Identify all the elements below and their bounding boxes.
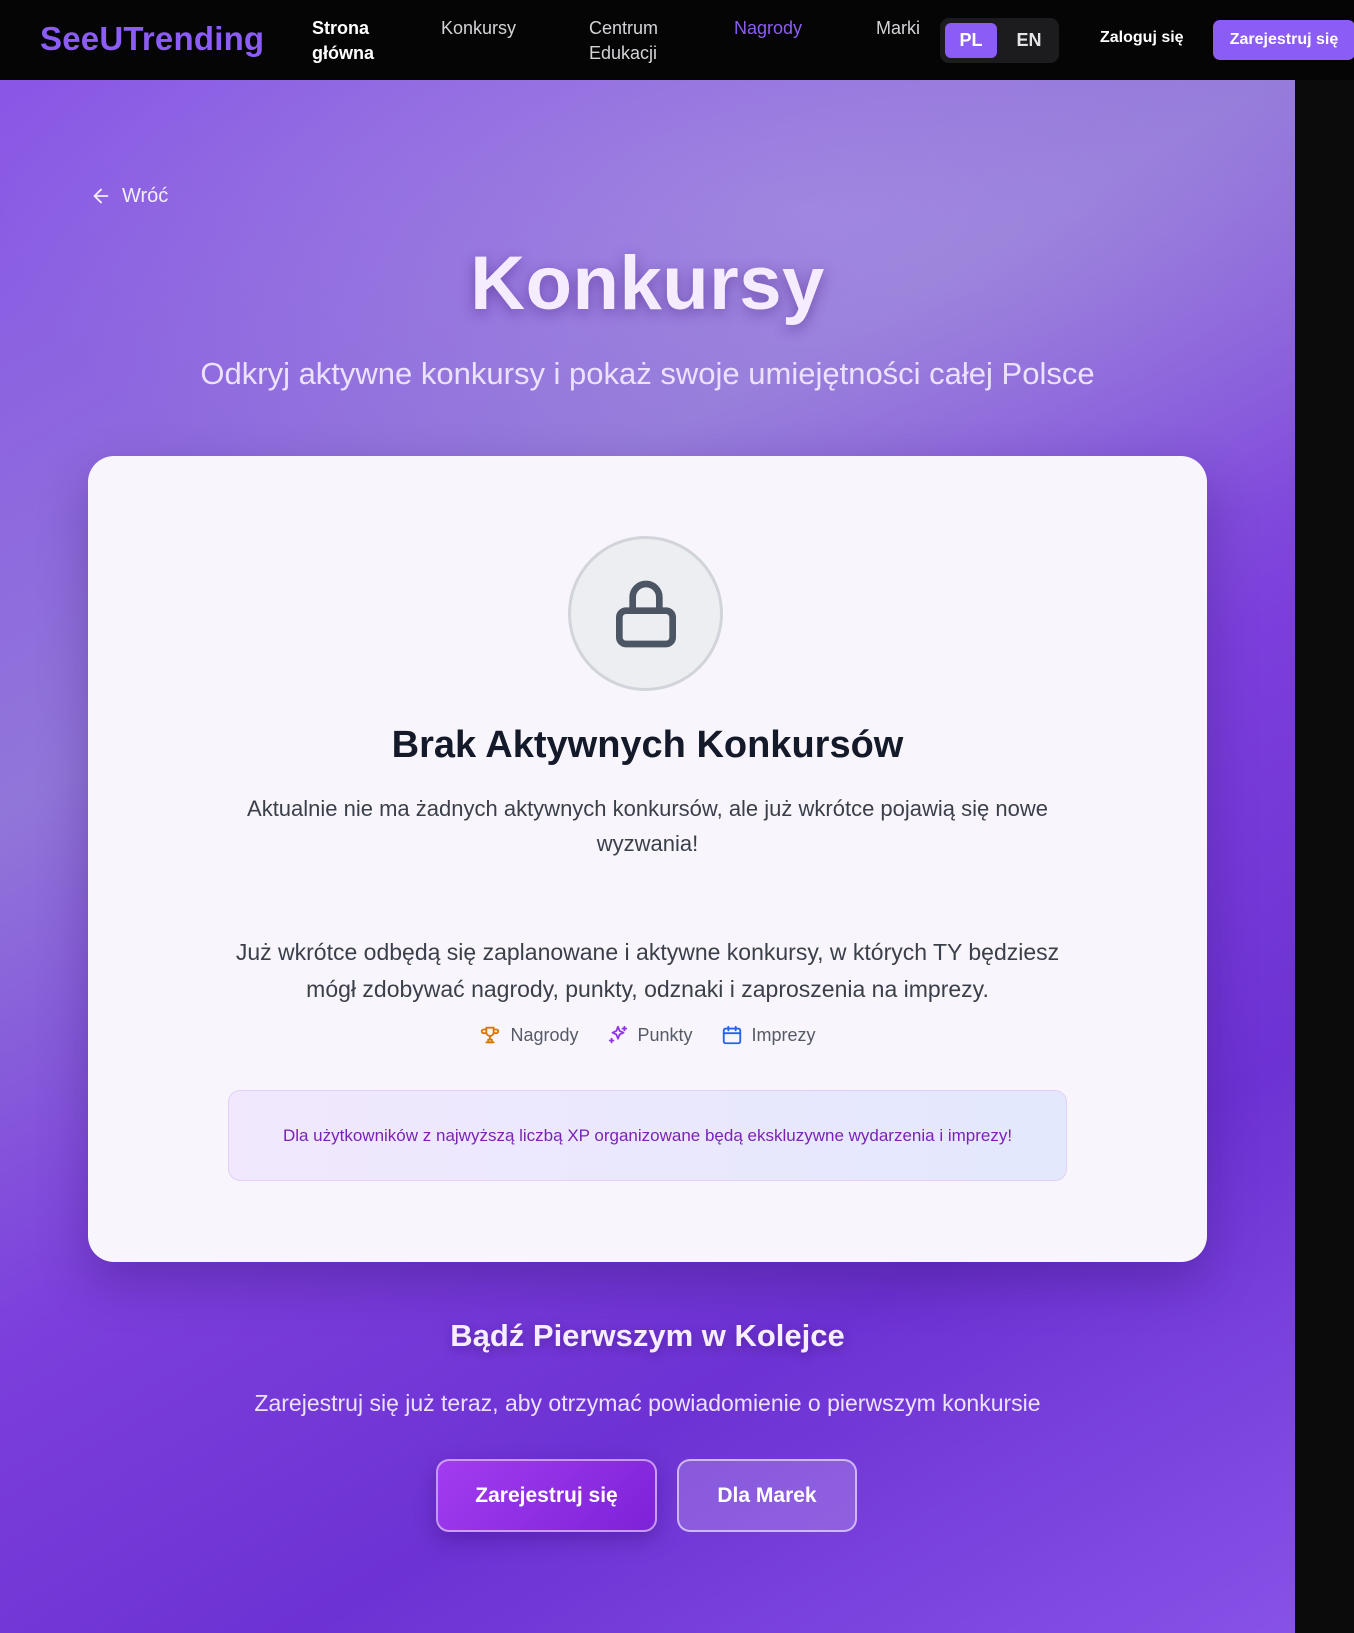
arrow-left-icon — [93, 188, 109, 204]
feature-rewards-label: Nagrody — [510, 1024, 579, 1045]
nav-link-home-line2: główna — [312, 43, 374, 63]
nav-link-rewards[interactable]: Nagrody — [734, 16, 802, 41]
empty-state-description: Aktualnie nie ma żadnych aktywnych konku… — [247, 796, 1048, 856]
empty-state-title: Brak Aktywnych Konkursów — [391, 724, 904, 766]
back-link[interactable]: Wróć — [90, 180, 168, 212]
feature-list: Nagrody Punkty Imprezy — [88, 1024, 1207, 1046]
lock-icon — [615, 580, 676, 647]
nav-link-contests[interactable]: Konkursy — [441, 16, 516, 41]
cta-title: Bądź Pierwszym w Kolejce — [450, 1318, 845, 1353]
main-content: Wróć Konkursy Odkryj aktywne konkursy i … — [0, 80, 1295, 1633]
login-link[interactable]: Zaloguj się — [1100, 29, 1184, 47]
trophy-icon — [481, 1026, 500, 1044]
top-navbar: SeeUTrending Strona główna Konkursy Cent… — [0, 0, 1354, 80]
upcoming-info-text: Już wkrótce odbędą się zaplanowane i akt… — [235, 939, 1060, 1002]
xp-events-note: Dla użytkowników z najwyższą liczbą XP o… — [228, 1090, 1067, 1181]
language-switcher: PL EN — [940, 18, 1059, 63]
nav-link-education-line2: Edukacji — [589, 43, 658, 63]
page-side-gutter — [1295, 80, 1354, 1633]
empty-state-card: Brak Aktywnych Konkursów Aktualnie nie m… — [88, 456, 1207, 1262]
feature-events: Imprezy — [721, 1024, 816, 1046]
lock-icon-circle — [568, 536, 723, 691]
feature-events-label: Imprezy — [751, 1024, 816, 1045]
page-subtitle: Odkryj aktywne konkursy i pokaż swoje um… — [200, 356, 1095, 391]
page-title: Konkursy — [470, 241, 825, 326]
nav-link-brands[interactable]: Marki — [876, 16, 920, 41]
cta-brands-button[interactable]: Dla Marek — [677, 1459, 857, 1532]
nav-link-education[interactable]: Centrum Edukacji — [589, 16, 658, 66]
feature-points: Punkty — [607, 1024, 693, 1046]
cta-subtitle: Zarejestruj się już teraz, aby otrzymać … — [254, 1390, 1041, 1416]
back-link-label: Wróć — [122, 184, 169, 207]
lang-button-en[interactable]: EN — [1003, 23, 1055, 58]
feature-rewards: Nagrody — [479, 1024, 579, 1046]
nav-link-home[interactable]: Strona główna — [312, 16, 374, 66]
cta-register-button[interactable]: Zarejestruj się — [436, 1459, 657, 1532]
nav-link-education-line1: Centrum — [589, 18, 659, 38]
nav-link-home-line1: Strona — [312, 18, 370, 38]
site-logo[interactable]: SeeUTrending — [40, 20, 264, 58]
sparkles-icon — [608, 1025, 627, 1044]
calendar-icon — [722, 1025, 741, 1045]
register-nav-button[interactable]: Zarejestruj się — [1213, 20, 1354, 60]
feature-points-label: Punkty — [637, 1024, 693, 1045]
lang-button-pl[interactable]: PL — [945, 23, 997, 58]
